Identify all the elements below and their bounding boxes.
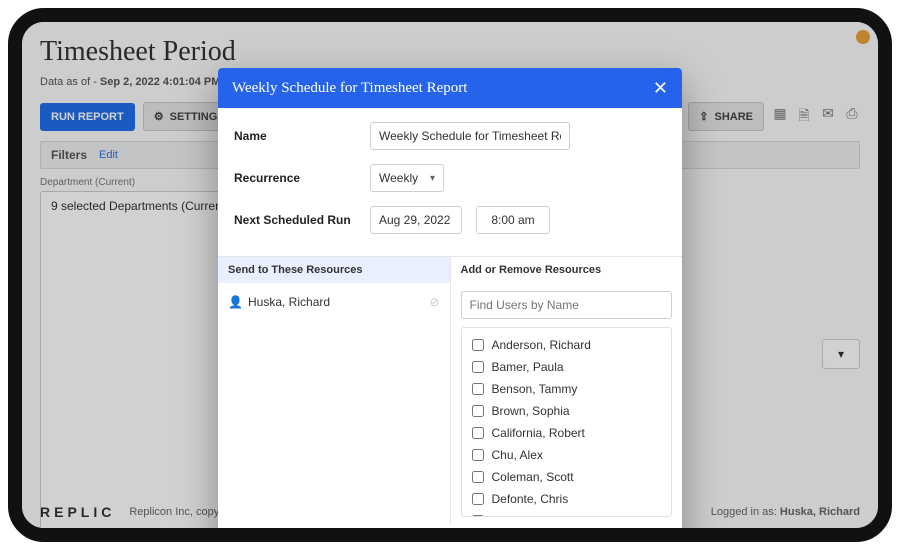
tablet-frame: Timesheet Period Data as of - Sep 2, 202…: [8, 8, 892, 542]
next-run-date-input[interactable]: [370, 206, 462, 234]
recurrence-label: Recurrence: [234, 171, 356, 185]
user-name: Brown, Sophia: [492, 404, 570, 418]
recurrence-select[interactable]: Weekly ▾: [370, 164, 444, 192]
user-option[interactable]: Benson, Tammy: [462, 378, 672, 400]
user-checkbox[interactable]: [472, 449, 484, 461]
gear-icon: ⚙: [154, 110, 164, 123]
share-label: SHARE: [714, 111, 753, 123]
user-checkbox[interactable]: [472, 471, 484, 483]
user-option[interactable]: California, Robert: [462, 422, 672, 444]
user-icon: 👤: [228, 295, 242, 309]
export-pdf-icon[interactable]: 🗎: [796, 105, 812, 129]
user-name: Chu, Alex: [492, 448, 543, 462]
share-icon: ⇪: [699, 110, 708, 123]
logged-in-as: Logged in as: Huska, Richard: [711, 506, 860, 518]
selected-resource-row: 👤 Huska, Richard ⊘: [228, 291, 440, 313]
user-checkbox[interactable]: [472, 383, 484, 395]
user-checkbox[interactable]: [472, 361, 484, 373]
data-as-of-prefix: Data as of -: [40, 76, 100, 88]
schedule-modal: Weekly Schedule for Timesheet Report ✕ N…: [218, 68, 682, 542]
modal-form: Name Recurrence Weekly ▾ Next Scheduled …: [218, 108, 682, 256]
dept-filter-select[interactable]: 9 selected Departments (Current): [40, 191, 240, 531]
user-option[interactable]: Anderson, Richard: [462, 334, 672, 356]
user-option[interactable]: Defonte, Chris: [462, 488, 672, 510]
user-option[interactable]: Brown, Sophia: [462, 400, 672, 422]
name-label: Name: [234, 129, 356, 143]
selected-resource-name: Huska, Richard: [248, 295, 330, 309]
next-run-label: Next Scheduled Run: [234, 213, 356, 227]
user-checkbox[interactable]: [472, 339, 484, 351]
name-input[interactable]: [370, 122, 570, 150]
logged-in-user: Huska, Richard: [780, 506, 860, 518]
dept-filter-label: Department (Current): [40, 177, 240, 188]
export-print-icon[interactable]: ⎙: [844, 105, 860, 129]
send-to-header: Send to These Resources: [218, 257, 450, 283]
data-as-of-value: Sep 2, 2022 4:01:04 PM: [100, 76, 220, 88]
filters-edit-link[interactable]: Edit: [99, 149, 118, 161]
share-button[interactable]: ⇪ SHARE: [688, 102, 764, 131]
user-name: Dell, Anna: [492, 514, 547, 517]
user-checkbox[interactable]: [472, 427, 484, 439]
user-checkbox[interactable]: [472, 515, 484, 517]
user-option[interactable]: Dell, Anna: [462, 510, 672, 517]
chevron-down-icon: ▾: [430, 173, 435, 184]
export-mail-icon[interactable]: ✉: [820, 105, 836, 129]
modal-footer: SAVE CANCEL DELETE SCHEDULE: [218, 525, 682, 542]
logo: REPLIC: [40, 504, 115, 520]
screen: Timesheet Period Data as of - Sep 2, 202…: [22, 22, 878, 528]
modal-header: Weekly Schedule for Timesheet Report ✕: [218, 68, 682, 108]
close-icon[interactable]: ✕: [653, 79, 668, 97]
secondary-filter-caret[interactable]: ▾: [822, 339, 860, 369]
resources-split: Send to These Resources 👤 Huska, Richard…: [218, 256, 682, 525]
user-option[interactable]: Bamer, Paula: [462, 356, 672, 378]
save-button[interactable]: SAVE: [232, 535, 294, 542]
next-run-time-input[interactable]: [476, 206, 550, 234]
logged-in-prefix: Logged in as:: [711, 506, 780, 518]
user-checkbox[interactable]: [472, 493, 484, 505]
page-title: Timesheet Period: [40, 36, 860, 68]
user-option[interactable]: Chu, Alex: [462, 444, 672, 466]
available-users-list[interactable]: Anderson, Richard Bamer, Paula Benson, Tam…: [461, 327, 673, 517]
user-checkbox[interactable]: [472, 405, 484, 417]
recurrence-value: Weekly: [379, 171, 418, 185]
delete-schedule-button[interactable]: DELETE SCHEDULE: [394, 535, 541, 542]
modal-title: Weekly Schedule for Timesheet Report: [232, 80, 653, 97]
export-icons: ▦ 🗎 ✉ ⎙: [772, 105, 860, 129]
export-xls-icon[interactable]: ▦: [772, 105, 788, 129]
user-name: California, Robert: [492, 426, 585, 440]
search-users-input[interactable]: [461, 291, 673, 319]
user-name: Benson, Tammy: [492, 382, 578, 396]
user-name: Bamer, Paula: [492, 360, 564, 374]
filters-title: Filters: [51, 148, 87, 162]
user-option[interactable]: Coleman, Scott: [462, 466, 672, 488]
user-name: Coleman, Scott: [492, 470, 574, 484]
run-report-button[interactable]: RUN REPORT: [40, 103, 135, 131]
remove-resource-icon[interactable]: ⊘: [429, 295, 439, 309]
user-name: Anderson, Richard: [492, 338, 591, 352]
add-remove-header: Add or Remove Resources: [451, 257, 683, 283]
user-name: Defonte, Chris: [492, 492, 569, 506]
cancel-button[interactable]: CANCEL: [304, 535, 384, 542]
settings-label: SETTINGS: [170, 111, 225, 123]
